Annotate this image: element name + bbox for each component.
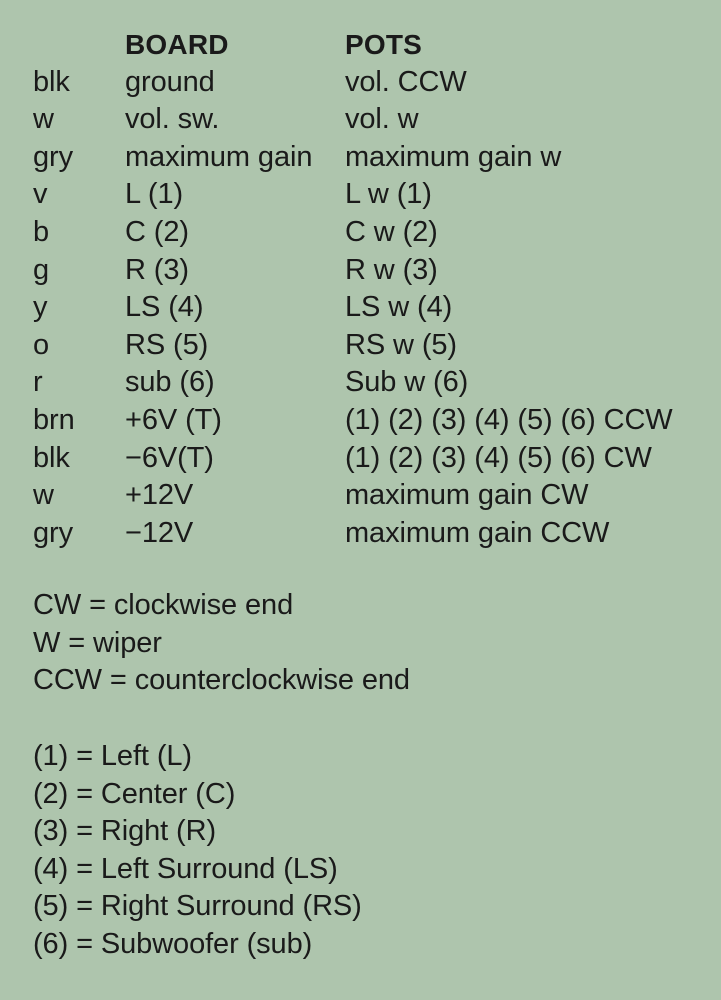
pots-label: (1) (2) (3) (4) (5) (6) CCW	[345, 403, 673, 436]
wire-color-code: g	[33, 253, 50, 286]
table-row: w +12V maximum gain CW	[0, 477, 721, 515]
legend-line: (4) = Left Surround (LS)	[33, 852, 338, 885]
pots-label: C w (2)	[345, 215, 438, 248]
pots-label: L w (1)	[345, 178, 432, 211]
board-label: −12V	[125, 516, 194, 549]
board-label: L (1)	[125, 178, 184, 211]
pots-label: maximum gain CCW	[345, 516, 610, 549]
board-label: LS (4)	[125, 291, 204, 324]
wire-color-code: w	[33, 479, 54, 512]
pots-label: LS w (4)	[345, 291, 453, 324]
pots-label: RS w (5)	[345, 328, 457, 361]
legend-channels: (1) = Left (L) (2) = Center (C) (3) = Ri…	[33, 738, 362, 964]
wire-color-code: r	[33, 366, 43, 399]
board-label: −6V(T)	[125, 441, 214, 474]
table-row: r sub (6) Sub w (6)	[0, 364, 721, 402]
legend-line: (3) = Right (R)	[33, 815, 217, 848]
wire-color-code: b	[33, 215, 50, 248]
column-header-board: BOARD	[125, 29, 229, 60]
table-row: b C (2) C w (2)	[0, 214, 721, 252]
board-label: sub (6)	[125, 366, 215, 399]
legend-line: W = wiper	[33, 626, 162, 659]
wire-color-code: v	[33, 178, 48, 211]
pots-label: Sub w (6)	[345, 366, 469, 399]
wire-color-code: gry	[33, 140, 73, 173]
legend-line: (5) = Right Surround (RS)	[33, 890, 362, 923]
board-label: RS (5)	[125, 328, 209, 361]
wire-color-code: o	[33, 328, 50, 361]
wiring-reference-sheet: BOARD POTS blk ground vol. CCW w vol. sw…	[0, 0, 721, 1000]
table-row: o RS (5) RS w (5)	[0, 327, 721, 365]
table-row: v L (1) L w (1)	[0, 176, 721, 214]
board-label: maximum gain	[125, 140, 313, 173]
pots-label: maximum gain CW	[345, 479, 589, 512]
table-row: y LS (4) LS w (4)	[0, 289, 721, 327]
wire-color-code: brn	[33, 403, 75, 436]
column-header-pots: POTS	[345, 29, 423, 60]
board-label: +6V (T)	[125, 403, 222, 436]
legend-line: CW = clockwise end	[33, 589, 294, 621]
pots-label: vol. w	[345, 103, 419, 136]
legend-line: (6) = Subwoofer (sub)	[33, 927, 313, 960]
pots-label: maximum gain w	[345, 140, 562, 173]
wire-color-code: gry	[33, 516, 73, 549]
table-row: brn +6V (T) (1) (2) (3) (4) (5) (6) CCW	[0, 402, 721, 440]
legend-line: CCW = counterclockwise end	[33, 664, 410, 697]
board-label: +12V	[125, 479, 194, 512]
wiring-table: BOARD POTS blk ground vol. CCW w vol. sw…	[0, 26, 721, 552]
board-label: ground	[125, 65, 215, 98]
board-label: C (2)	[125, 215, 189, 248]
wire-color-code: y	[33, 291, 48, 324]
pots-label: (1) (2) (3) (4) (5) (6) CW	[345, 441, 652, 474]
legend-line: (2) = Center (C)	[33, 777, 236, 810]
board-label: vol. sw.	[125, 103, 220, 136]
table-row: g R (3) R w (3)	[0, 252, 721, 290]
legend-rotation: CW = clockwise end W = wiper CCW = count…	[33, 587, 410, 700]
legend-line: (1) = Left (L)	[33, 740, 192, 772]
table-row: blk ground vol. CCW	[0, 64, 721, 102]
pots-label: R w (3)	[345, 253, 438, 286]
wire-color-code: w	[33, 103, 54, 136]
board-label: R (3)	[125, 253, 189, 286]
wire-color-code: blk	[33, 441, 70, 474]
table-row: blk −6V(T) (1) (2) (3) (4) (5) (6) CW	[0, 440, 721, 478]
table-row: gry maximum gain maximum gain w	[0, 139, 721, 177]
table-row: w vol. sw. vol. w	[0, 101, 721, 139]
table-header-row: BOARD POTS	[0, 26, 721, 64]
wire-color-code: blk	[33, 65, 70, 98]
table-row: gry −12V maximum gain CCW	[0, 515, 721, 553]
pots-label: vol. CCW	[345, 65, 467, 98]
